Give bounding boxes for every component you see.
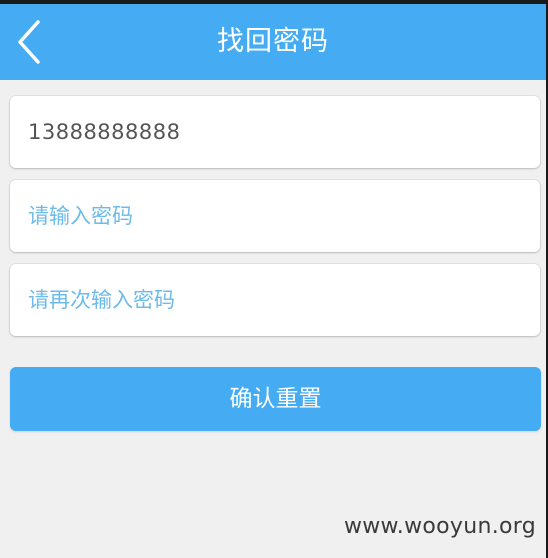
top-navigation-bar: 找回密码 (0, 0, 546, 80)
confirm-reset-button[interactable]: 确认重置 (10, 367, 541, 431)
watermark-text: www.wooyun.org (343, 514, 536, 539)
phone-field[interactable] (10, 96, 540, 168)
confirm-password-input[interactable] (28, 288, 540, 312)
password-input[interactable] (28, 204, 540, 228)
page-title: 找回密码 (217, 26, 329, 57)
password-field[interactable] (10, 180, 540, 252)
confirm-password-field[interactable] (10, 264, 540, 336)
app-screen: 找回密码 确认重置 www.wooyun.org (0, 0, 548, 558)
phone-input[interactable] (28, 120, 540, 144)
